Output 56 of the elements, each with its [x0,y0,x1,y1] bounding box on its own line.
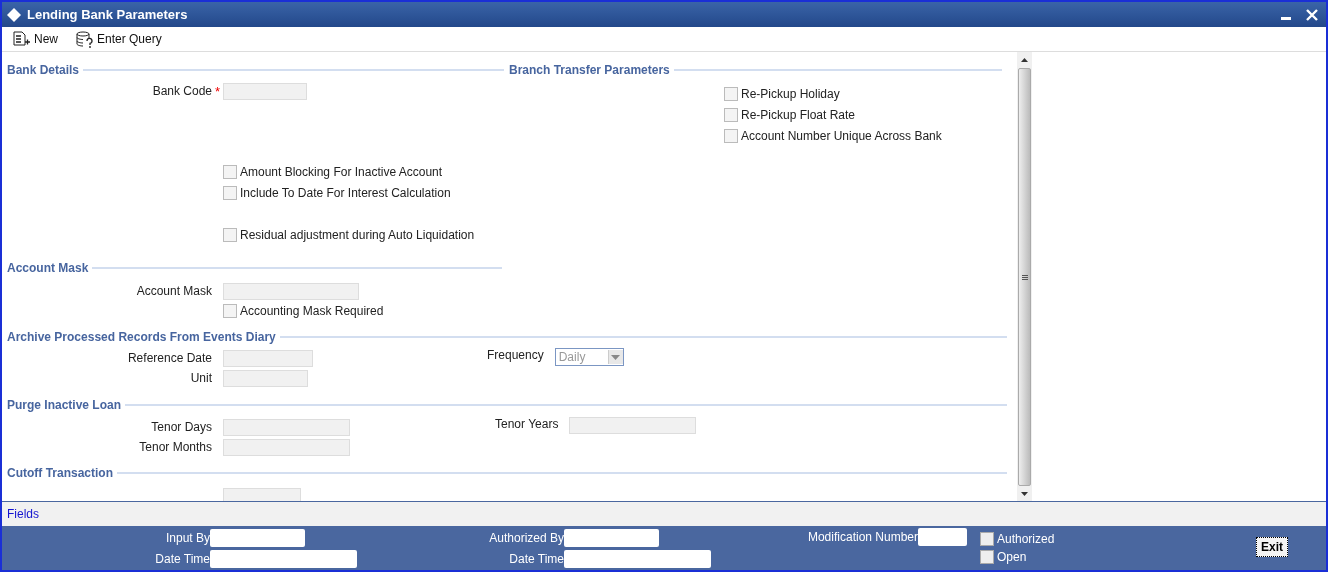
field-label: Modification Number [806,529,918,544]
database-query-icon [76,30,94,48]
input-field[interactable] [569,417,697,434]
section-heading: Account Mask [6,261,90,275]
input-field[interactable] [223,418,350,436]
field-label: Unit [189,371,212,385]
input-field[interactable] [223,487,301,502]
close-icon[interactable] [1306,8,1318,21]
field-label: Reference Date [126,351,212,365]
checkbox-option[interactable]: Re-Pickup Float Rate [724,104,1002,125]
checkbox-option[interactable]: Residual adjustment during Auto Liquidation [223,224,502,245]
exit-button[interactable]: Exit [1256,537,1288,557]
input-field[interactable] [210,528,305,547]
checkbox-option[interactable]: Open [980,550,1055,564]
caret-icon [611,354,621,360]
field-label: Date Time [508,551,564,566]
input-field[interactable] [223,369,308,387]
field-label: Input By [164,530,210,545]
checkbox-option[interactable]: Authorized [980,532,1055,546]
window-title: Lending Bank Parameters [27,7,188,22]
checkbox-option[interactable]: Accounting Mask Required [223,301,1017,320]
checkbox-option[interactable]: Include To Date For Interest Calculation [223,182,502,203]
scrollbar[interactable] [1017,52,1032,502]
enter-query-button[interactable]: Enter Query [73,28,165,50]
input-field[interactable] [223,282,359,300]
field-label: Frequency [487,348,544,362]
new-document-icon [13,31,31,47]
field-label: Date Time [154,551,210,566]
input-field[interactable] [564,528,659,547]
input-field[interactable] [210,549,357,568]
field-label: Tenor Days [150,420,212,434]
section-heading: Archive Processed Records From Events Diary [6,330,277,344]
field-label: Authorized By [488,530,564,545]
section-heading: Cutoff Transaction [6,466,114,480]
fields-link[interactable]: Fields [7,507,39,521]
field-label: Account Mask [135,284,212,298]
required-marker: * [214,83,221,99]
input-field[interactable] [918,527,967,546]
checkbox-option[interactable]: Re-Pickup Holiday [724,83,1002,104]
section-heading: Bank Details [6,63,81,77]
field-label: Bank Code [151,84,212,98]
input-field[interactable] [223,82,307,100]
checkbox-option[interactable]: Account Number Unique Across Bank [724,125,1002,146]
diamond-icon [7,7,21,22]
section-heading: Purge Inactive Loan [6,398,123,412]
field-label: Tenor Months [138,440,212,454]
input-field[interactable] [564,549,711,568]
checkbox-option[interactable]: Amount Blocking For Inactive Account [223,161,502,182]
section-heading: Branch Transfer Parameters [508,63,671,77]
input-field[interactable] [223,349,313,367]
down-arrow-icon[interactable] [1021,492,1028,496]
grip-icon [1021,274,1028,280]
new-button[interactable]: New [10,29,61,49]
field-label: Tenor Years [495,417,559,431]
up-arrow-icon[interactable] [1021,58,1028,62]
input-field[interactable] [223,438,350,456]
